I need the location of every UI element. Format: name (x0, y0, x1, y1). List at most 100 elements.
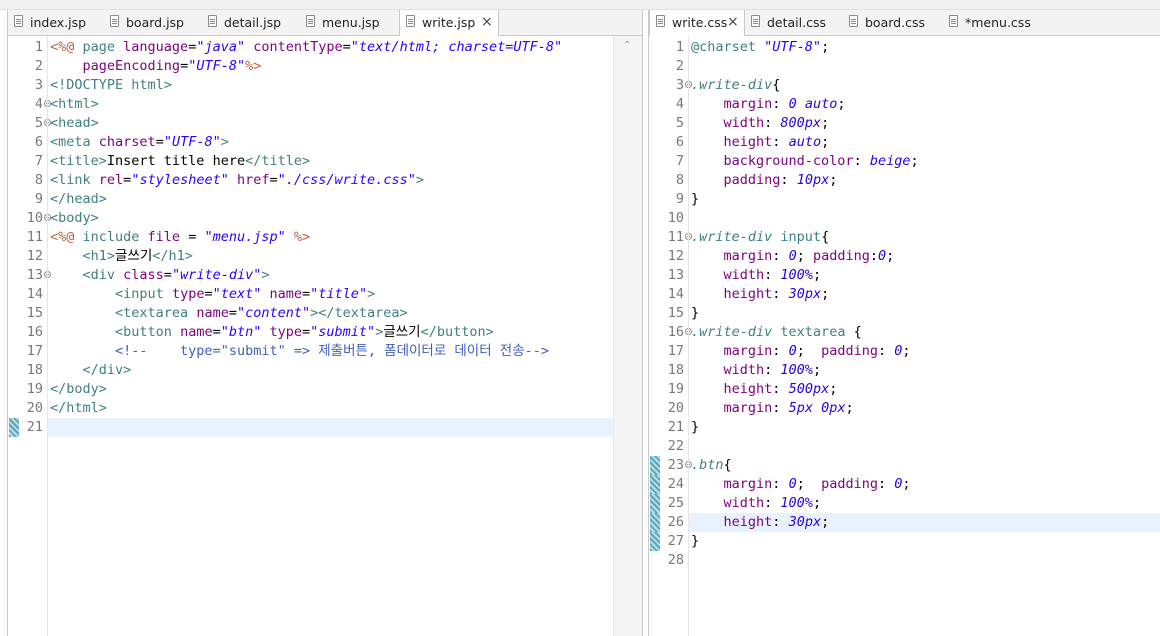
code-line[interactable]: </html> (48, 399, 614, 418)
code-line[interactable] (689, 437, 1160, 456)
code-token: "content" (236, 305, 311, 321)
code-line[interactable]: <link rel="stylesheet" href="./css/write… (48, 171, 614, 190)
code-line[interactable]: } (689, 532, 1160, 551)
line-number: 17 (21, 342, 47, 361)
close-icon[interactable]: × (481, 14, 493, 30)
editor-tab-right-3[interactable]: *menu.css (943, 10, 1053, 35)
editor-tab-label: menu.jsp (322, 15, 380, 30)
code-line-text: <%@ page language="java" contentType="te… (50, 38, 562, 57)
editor-tab-left-2[interactable]: detail.jsp (202, 10, 298, 35)
code-line[interactable] (689, 551, 1160, 570)
line-number: 8 (662, 171, 688, 190)
code-token: : (780, 172, 797, 188)
line-number: 16 (662, 323, 692, 342)
code-line[interactable]: width: 800px; (689, 114, 1160, 133)
code-line[interactable]: </head> (48, 190, 614, 209)
code-line[interactable]: <!DOCTYPE html> (48, 76, 614, 95)
code-line[interactable]: .btn{ (689, 456, 1160, 475)
code-token: ; (812, 495, 822, 511)
code-line[interactable]: margin: 0 auto; (689, 95, 1160, 114)
code-line[interactable]: margin: 0; padding:0; (689, 247, 1160, 266)
code-line[interactable]: height: 30px; (689, 285, 1160, 304)
code-line[interactable]: <%@ page language="java" contentType="te… (48, 38, 614, 57)
code-line[interactable] (689, 57, 1160, 76)
change-marker (650, 475, 660, 494)
code-line[interactable]: </body> (48, 380, 614, 399)
code-line[interactable]: background-color: beige; (689, 152, 1160, 171)
editor-tab-right-2[interactable]: board.css (843, 10, 941, 35)
close-icon[interactable]: × (727, 14, 739, 30)
code-line[interactable]: height: 500px; (689, 380, 1160, 399)
code-line[interactable]: .write-div{ (689, 76, 1160, 95)
code-line[interactable]: margin: 0; padding: 0; (689, 475, 1160, 494)
code-line[interactable]: <%@ include file = "menu.jsp" %> (48, 228, 614, 247)
code-line[interactable]: </div> (48, 361, 614, 380)
code-line[interactable]: <h1>글쓰기</h1> (48, 247, 614, 266)
code-line[interactable]: } (689, 190, 1160, 209)
line-number: 11 (662, 228, 692, 247)
code-line[interactable]: margin: 5px 0px; (689, 399, 1160, 418)
line-number: 26 (662, 513, 688, 532)
code-token: = (180, 229, 205, 245)
code-line[interactable]: pageEncoding="UTF-8"%> (48, 57, 614, 76)
code-line[interactable]: height: auto; (689, 133, 1160, 152)
line-number: 17 (662, 342, 688, 361)
code-line[interactable]: <button name="btn" type="submit">글쓰기</bu… (48, 323, 614, 342)
code-line[interactable]: <input type="text" name="title"> (48, 285, 614, 304)
code-line-text: margin: 5px 0px; (691, 399, 854, 418)
code-line[interactable]: <!-- type="submit" => 제출버튼, 폼데이터로 데이터 전송… (48, 342, 614, 361)
code-line[interactable]: width: 100%; (689, 266, 1160, 285)
code-line[interactable]: width: 100%; (689, 361, 1160, 380)
editor-tab-left-1[interactable]: board.jsp (104, 10, 200, 35)
code-line[interactable]: <body> (48, 209, 614, 228)
code-line[interactable] (48, 418, 614, 437)
code-line[interactable]: .write-div input{ (689, 228, 1160, 247)
right-code-area[interactable]: @charset "UTF-8"; .write-div{ margin: 0 a… (688, 36, 1160, 636)
code-line[interactable]: <head> (48, 114, 614, 133)
code-line[interactable] (689, 209, 1160, 228)
code-token: : (764, 115, 781, 131)
code-line[interactable]: margin: 0; padding: 0; (689, 342, 1160, 361)
code-line[interactable]: .write-div textarea { (689, 323, 1160, 342)
code-token: "text" (212, 286, 262, 302)
code-line[interactable]: padding: 10px; (689, 171, 1160, 190)
line-number: 12 (662, 247, 688, 266)
code-line[interactable]: height: 30px; (689, 513, 1160, 532)
editor-tab-left-3[interactable]: menu.jsp (300, 10, 396, 35)
editor-tab-right-1[interactable]: detail.css (745, 10, 841, 35)
code-token: file (147, 229, 181, 245)
code-line[interactable]: <div class="write-div"> (48, 266, 614, 285)
file-icon (949, 15, 958, 27)
code-line-text: .write-div{ (691, 76, 780, 95)
code-line[interactable]: } (689, 418, 1160, 437)
line-number-text: 14 (26, 286, 43, 302)
code-token: <%@ (50, 39, 83, 55)
code-line[interactable]: } (689, 304, 1160, 323)
change-marker (9, 418, 19, 437)
code-token: name (269, 286, 303, 302)
code-token: background-color (723, 153, 854, 169)
code-token: "submit" (310, 324, 376, 340)
left-code-area[interactable]: <%@ page language="java" contentType="te… (47, 36, 614, 636)
code-token: padding (821, 343, 878, 359)
write-css-editor[interactable]: 1 2 3 4 5 6 7 8 9 10 11 12 13 14 15 16 17 18 19 20 21 22 23 24 2… (649, 36, 1160, 636)
code-line-text: pageEncoding="UTF-8"%> (50, 57, 262, 76)
scroll-up-arrow-icon[interactable]: ⌃ (623, 40, 631, 51)
write-jsp-editor[interactable]: 1 2 3 4 5 6 7 8 9 10 11 12 13 14 15 16 17 18 19 20 21 <%@ pa… (8, 36, 642, 636)
code-line[interactable]: <meta charset="UTF-8"> (48, 133, 614, 152)
line-number: 9 (662, 190, 688, 209)
editor-tab-left-0[interactable]: index.jsp (8, 10, 104, 35)
left-vertical-scrollbar[interactable]: ⌃ (613, 36, 642, 636)
line-number-text: 22 (667, 438, 684, 454)
code-line[interactable]: @charset "UTF-8"; (689, 38, 1160, 57)
editor-tab-right-0[interactable]: write.css × (649, 10, 745, 36)
code-line[interactable]: <textarea name="content"></textarea> (48, 304, 614, 323)
editor-tab-left-4[interactable]: write.jsp × (399, 10, 499, 36)
code-line[interactable]: <title>Insert title here</title> (48, 152, 614, 171)
code-line[interactable]: <html> (48, 95, 614, 114)
code-line[interactable]: width: 100%; (689, 494, 1160, 513)
